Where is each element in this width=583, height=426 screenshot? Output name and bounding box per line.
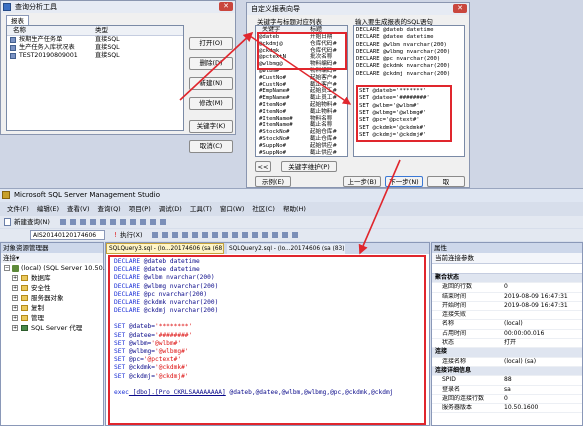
annotation-arrows bbox=[179, 31, 401, 255]
arrow-to-keyword-list bbox=[179, 31, 254, 101]
arrow-to-editor bbox=[358, 159, 401, 255]
arrow-to-set-block bbox=[249, 35, 352, 105]
